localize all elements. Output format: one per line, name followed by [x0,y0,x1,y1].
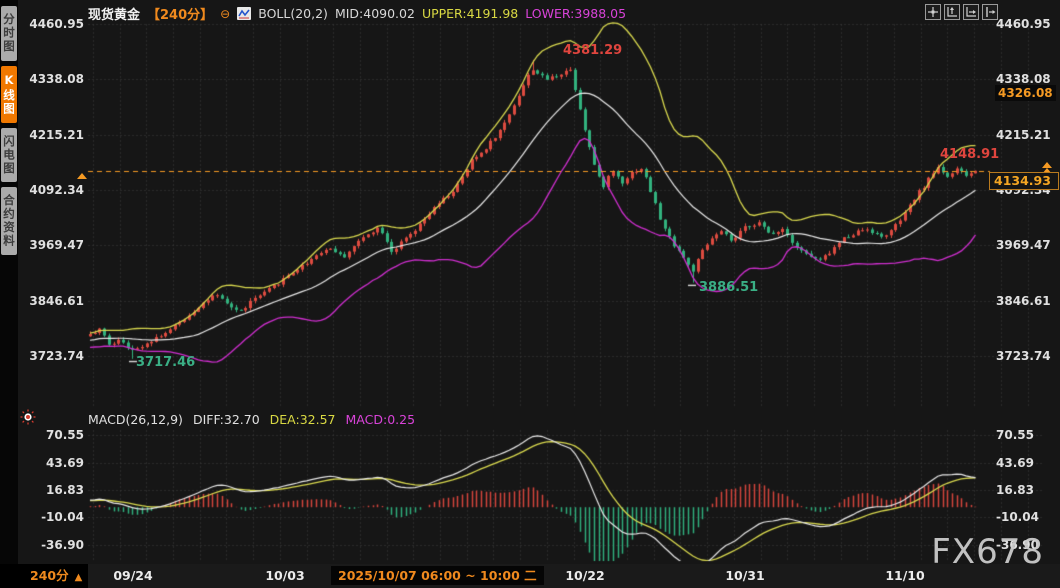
live-alert-icon[interactable] [20,409,36,429]
period-selector[interactable]: 240分 ▲ [0,564,88,588]
y-axis-label: -10.04 [996,510,1058,524]
y-axis-label: 70.55 [996,428,1058,442]
sidebar-item-contract-info[interactable]: 合约资料 [1,187,17,255]
axis-zoom-out-icon[interactable] [963,4,979,20]
y-axis-label: 3846.61 [996,294,1058,308]
indicator-label: BOLL(20,2) [258,6,328,21]
y-axis-label: 16.83 [996,483,1058,497]
sidebar-item-tick-chart[interactable]: 闪电图 [1,128,17,183]
macd-title: MACD(26,12,9) [88,412,183,427]
x-axis-label: 10/22 [565,568,604,583]
x-axis-label: 10/03 [265,568,304,583]
pan-move-icon[interactable] [925,4,941,20]
pan-right-icon[interactable] [982,4,998,20]
kline-chart-icon [237,7,251,20]
price-marker-left-icon [77,173,87,179]
trading-chart-window: 分时图 K线图闪电图合约资料 现货黄金 【240分】 ⊖ BOLL(20,2) M… [0,0,1060,588]
y-axis-label: 3723.74 [996,349,1058,363]
boll-mid-value: MID:4090.02 [335,6,415,21]
selected-bar-time-range: 2025/10/07 06:00 ~ 10:00 二 [331,566,544,585]
macd-header: MACD(26,12,9) DIFF:32.70 DEA:32.57 MACD:… [88,412,415,427]
price-annotation: 4148.91 [940,147,999,162]
period-label: 240分 [30,568,69,583]
time-axis-strip: 240分 ▲ 2025/10/07 06:00 ~ 10:00 二 09/24 10… [0,564,1060,588]
period-tag[interactable]: 【240分】 [147,4,213,23]
axis-zoom-in-icon[interactable] [944,4,960,20]
chart-canvas[interactable] [0,0,1060,588]
current-price-box: 4134.93 [989,172,1059,190]
chart-header: 现货黄金 【240分】 ⊖ BOLL(20,2) MID:4090.02 UPP… [88,4,626,23]
sidebar-item-kline-chart[interactable]: K线图 [1,66,17,123]
alert-price-label: 4326.08 [995,85,1056,101]
symbol-name: 现货黄金 [88,4,140,23]
y-axis-label: 3969.47 [996,238,1058,252]
current-price-value: 4134.93 [994,173,1051,188]
boll-lower-value: LOWER:3988.05 [525,6,626,21]
y-axis-label: 4460.95 [996,17,1058,31]
x-axis-label: 09/24 [113,568,152,583]
chart-type-sidebar: 分时图 K线图闪电图合约资料 [0,0,18,588]
y-axis-label: 43.69 [996,456,1058,470]
chart-toolbar [925,4,998,20]
macd-macd-value: MACD:0.25 [346,412,416,427]
collapse-icon[interactable]: ⊖ [220,7,230,21]
x-axis-label: 11/10 [885,568,924,583]
price-annotation: 3717.46 [136,355,195,370]
watermark: FX678 [931,532,1044,572]
x-axis-label: 10/31 [725,568,764,583]
sidebar-item-time-chart[interactable]: 分时图 [1,6,17,61]
period-arrow-icon: ▲ [75,572,83,583]
price-annotation: 4381.29 [563,43,622,58]
y-axis-label: 4215.21 [996,128,1058,142]
price-annotation: 3886.51 [699,280,758,295]
boll-upper-value: UPPER:4191.98 [422,6,518,21]
macd-diff-value: DIFF:32.70 [193,412,260,427]
macd-dea-value: DEA:32.57 [270,412,336,427]
